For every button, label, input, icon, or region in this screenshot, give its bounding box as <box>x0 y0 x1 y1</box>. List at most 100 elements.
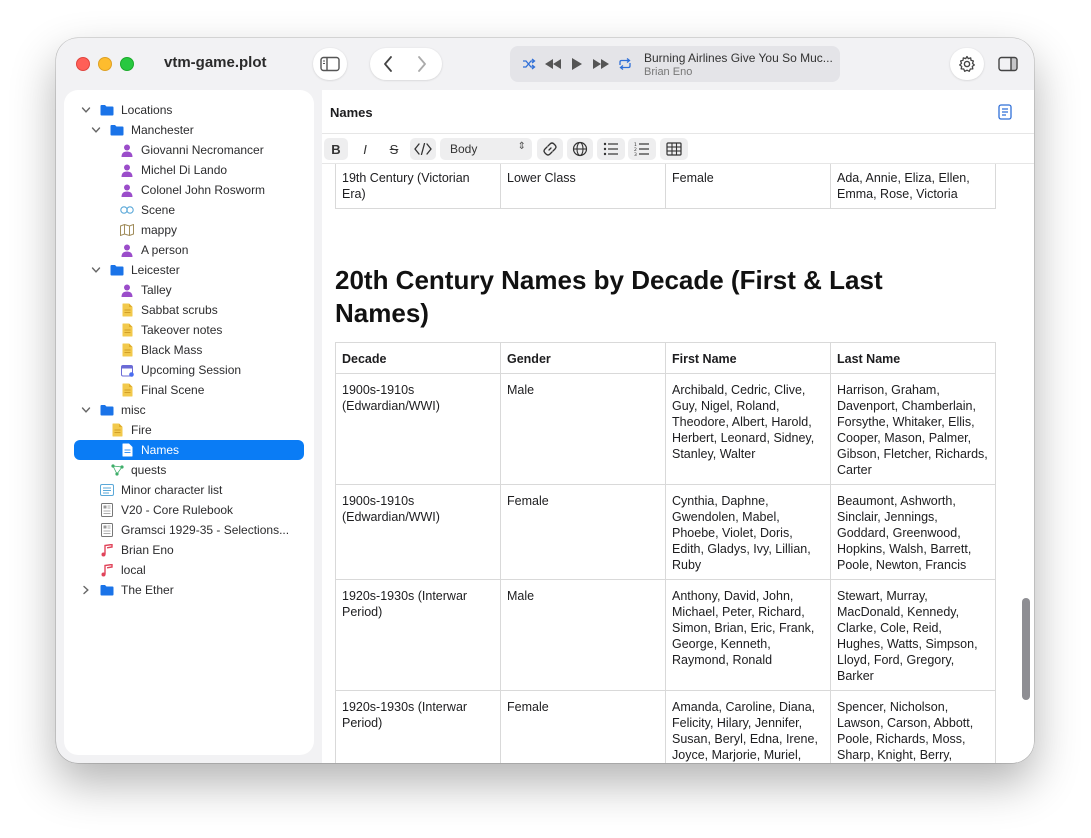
sidebar: Locations Manchester Giovanni Necromancer M… <box>64 90 314 755</box>
sidebar-item-manchester[interactable]: Manchester <box>64 120 314 140</box>
column-header[interactable]: First Name <box>665 342 831 374</box>
music-icon <box>100 543 114 557</box>
inspector-toggle-button[interactable] <box>996 52 1020 76</box>
table-cell[interactable]: 1900s-1910s (Edwardian/WWI) <box>335 373 501 485</box>
chevron-down-icon[interactable] <box>80 404 92 416</box>
sidebar-item-leicester[interactable]: Leicester <box>64 260 314 280</box>
link-button[interactable] <box>537 138 563 160</box>
close-window-button[interactable] <box>76 57 90 71</box>
sidebar-item-sabbat-scrubs[interactable]: Sabbat scrubs <box>64 300 314 320</box>
table-cell[interactable]: Harrison, Graham, Davenport, Chamberlain… <box>830 373 996 485</box>
sidebar-item-label: Michel Di Lando <box>141 163 228 177</box>
sidebar-item-fire[interactable]: Fire <box>64 420 314 440</box>
music-icon <box>100 563 114 577</box>
sidebar-item-colonel-john-rosworm[interactable]: Colonel John Rosworm <box>64 180 314 200</box>
sidebar-item-locations[interactable]: Locations <box>64 100 314 120</box>
sidebar-item-final-scene[interactable]: Final Scene <box>64 380 314 400</box>
paragraph-style-select[interactable]: Body ⇕ <box>440 138 532 160</box>
shuffle-button[interactable] <box>520 55 538 73</box>
fast-forward-button[interactable] <box>592 55 610 73</box>
back-button[interactable] <box>378 54 398 74</box>
table-row: 19th Century (Victorian Era) Lower Class F… <box>335 164 996 209</box>
sidebar-item-label: The Ether <box>121 583 174 597</box>
chevron-right-icon[interactable] <box>80 584 92 596</box>
sidebar-item-takeover-notes[interactable]: Takeover notes <box>64 320 314 340</box>
zoom-window-button[interactable] <box>120 57 134 71</box>
scrollbar-thumb[interactable] <box>1022 598 1030 700</box>
table-cell[interactable]: Anthony, David, John, Michael, Peter, Ri… <box>665 579 831 691</box>
forward-button[interactable] <box>412 54 432 74</box>
table-cell[interactable]: Ada, Annie, Eliza, Ellen, Emma, Rose, Vi… <box>830 164 996 209</box>
insert-table-button[interactable] <box>660 138 688 160</box>
sidebar-item-a-person[interactable]: A person <box>64 240 314 260</box>
sidebar-item-mappy[interactable]: mappy <box>64 220 314 240</box>
settings-button[interactable] <box>950 48 984 80</box>
bullet-list-button[interactable] <box>597 138 625 160</box>
person-icon <box>120 163 134 177</box>
column-header[interactable]: Last Name <box>830 342 996 374</box>
sidebar-item-the-ether[interactable]: The Ether <box>64 580 314 600</box>
document-body[interactable]: Henry19th Century (Victorian Era)Lower C… <box>322 164 1034 763</box>
table-cell[interactable]: Stewart, Murray, MacDonald, Kennedy, Cla… <box>830 579 996 691</box>
play-button[interactable] <box>568 55 586 73</box>
table-cell[interactable]: 1920s-1930s (Interwar Period) <box>335 579 501 691</box>
column-header[interactable]: Gender <box>500 342 666 374</box>
table-cell[interactable]: 1900s-1910s (Edwardian/WWI) <box>335 484 501 580</box>
sidebar-item-misc[interactable]: misc <box>64 400 314 420</box>
graph-icon <box>110 463 124 477</box>
sidebar-item-michel-di-lando[interactable]: Michel Di Lando <box>64 160 314 180</box>
numbered-list-button[interactable]: 123 <box>628 138 656 160</box>
sidebar-toggle-button[interactable] <box>313 48 347 80</box>
sidebar-item-label: Fire <box>131 423 152 437</box>
sidebar-item-quests[interactable]: quests <box>64 460 314 480</box>
sidebar-item-black-mass[interactable]: Black Mass <box>64 340 314 360</box>
svg-text:3: 3 <box>634 152 637 156</box>
sidebar-item-v20-core-rulebook[interactable]: V20 - Core Rulebook <box>64 500 314 520</box>
chevron-down-icon[interactable] <box>90 264 102 276</box>
table-cell[interactable]: Cynthia, Daphne, Gwendolen, Mabel, Phoeb… <box>665 484 831 580</box>
minimize-window-button[interactable] <box>98 57 112 71</box>
web-link-button[interactable] <box>567 138 593 160</box>
table-cell[interactable]: Female <box>500 484 666 580</box>
table-cell[interactable]: Male <box>500 579 666 691</box>
sidebar-item-gramsci-1929-35-selections[interactable]: Gramsci 1929-35 - Selections... <box>64 520 314 540</box>
table-cell[interactable]: Beaumont, Ashworth, Sinclair, Jennings, … <box>830 484 996 580</box>
table-cell[interactable]: Spencer, Nicholson, Lawson, Carson, Abbo… <box>830 690 996 763</box>
document-info-button[interactable] <box>998 104 1014 120</box>
gear-icon <box>959 55 975 72</box>
chevron-down-icon[interactable] <box>80 104 92 116</box>
folder-icon <box>110 123 124 137</box>
sidebar-item-scene[interactable]: Scene <box>64 200 314 220</box>
table-cell[interactable]: Female <box>665 164 831 209</box>
table-cell[interactable]: Archibald, Cedric, Clive, Guy, Nigel, Ro… <box>665 373 831 485</box>
strikethrough-button[interactable]: S <box>382 138 406 160</box>
code-button[interactable] <box>410 138 436 160</box>
sidebar-item-talley[interactable]: Talley <box>64 280 314 300</box>
sidebar-item-local[interactable]: local <box>64 560 314 580</box>
table-cell[interactable]: Male <box>500 373 666 485</box>
table-cell[interactable]: Lower Class <box>500 164 666 209</box>
column-header[interactable]: Decade <box>335 342 501 374</box>
sidebar-item-upcoming-session[interactable]: Upcoming Session <box>64 360 314 380</box>
bold-button[interactable]: B <box>324 138 348 160</box>
sidebar-item-names[interactable]: Names <box>74 440 304 460</box>
sidebar-item-brian-eno[interactable]: Brian Eno <box>64 540 314 560</box>
table-cell[interactable]: 1920s-1930s (Interwar Period) <box>335 690 501 763</box>
italic-button[interactable]: I <box>353 138 377 160</box>
table-cell[interactable]: 19th Century (Victorian Era) <box>335 164 501 209</box>
table-row: 1900s-1910s (Edwardian/WWI) Male Archibald… <box>335 373 996 485</box>
table-cell[interactable]: Amanda, Caroline, Diana, Felicity, Hilar… <box>665 690 831 763</box>
repeat-button[interactable] <box>616 55 634 73</box>
rewind-button[interactable] <box>544 55 562 73</box>
sidebar-item-minor-character-list[interactable]: Minor character list <box>64 480 314 500</box>
calendar-icon <box>120 363 134 377</box>
table-cell[interactable]: Female <box>500 690 666 763</box>
chevron-down-icon[interactable] <box>90 124 102 136</box>
sidebar-item-giovanni-necromancer[interactable]: Giovanni Necromancer <box>64 140 314 160</box>
